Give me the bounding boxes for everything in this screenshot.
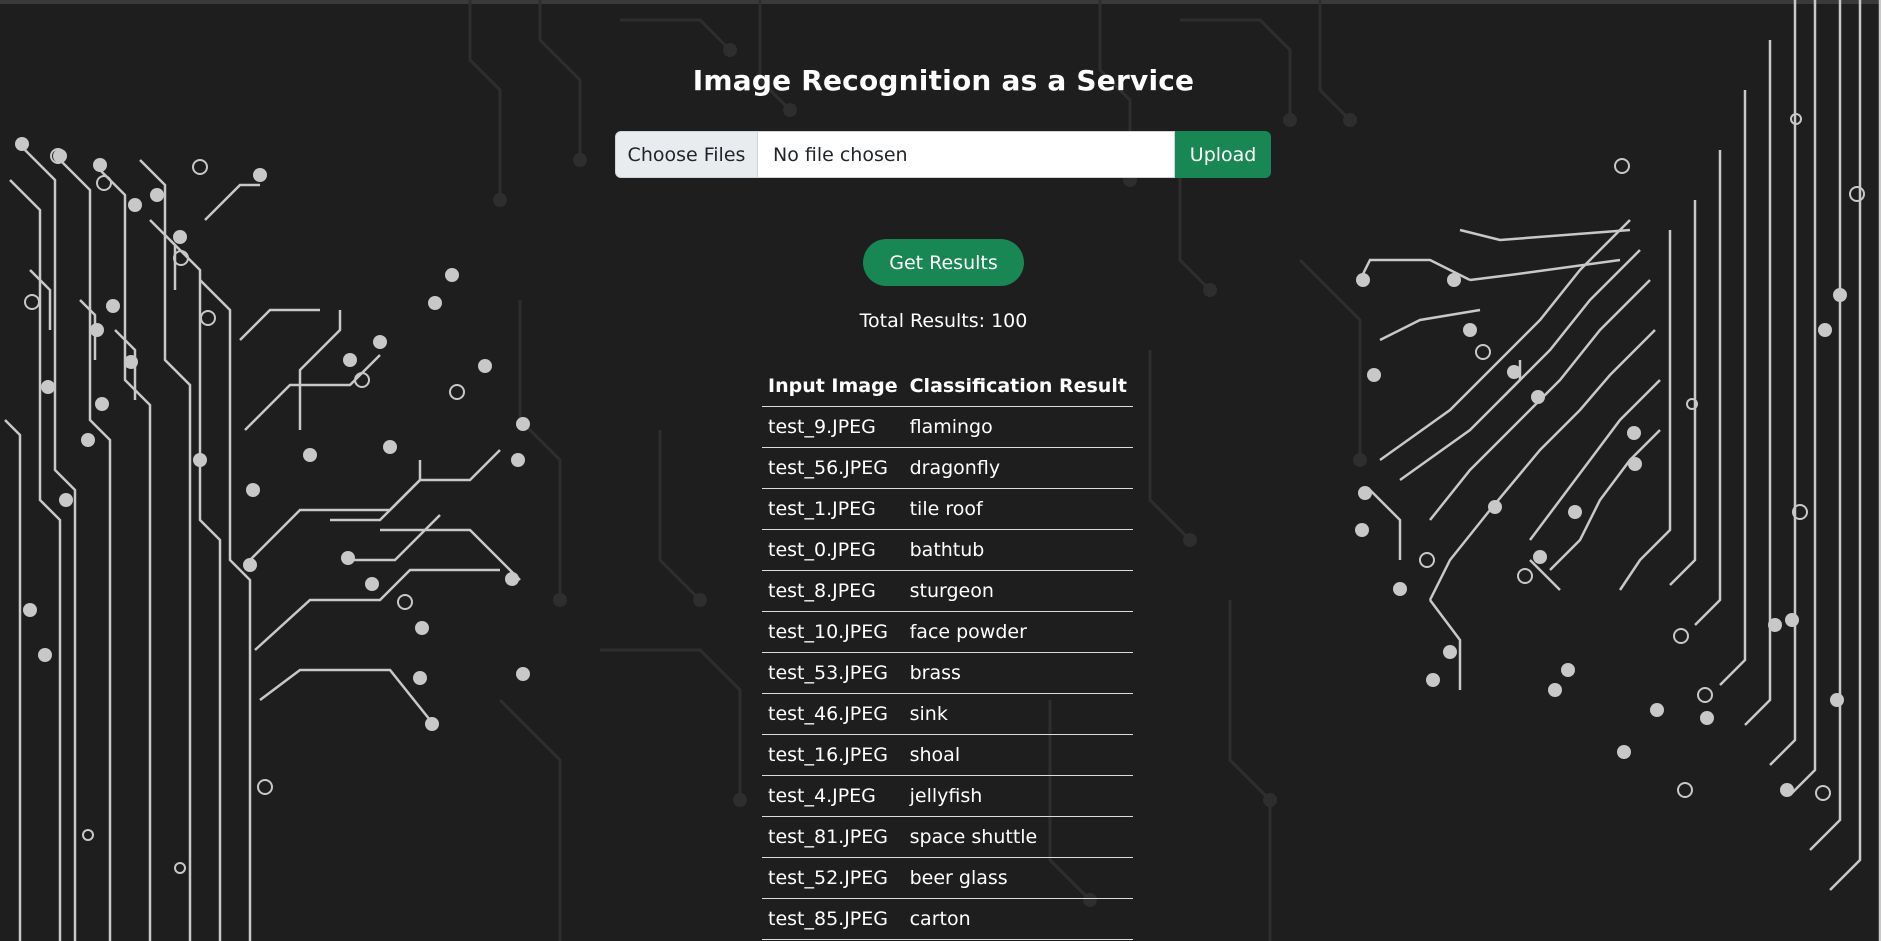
table-row: test_46.JPEG sink [762,693,1133,735]
cell-input-image: test_4.JPEG [762,775,904,817]
cell-classification: dragonfly [903,447,1133,489]
table-row: test_9.JPEG flamingo [762,406,1133,448]
cell-input-image: test_10.JPEG [762,611,904,653]
header-input-image: Input Image [762,366,904,407]
cell-classification: tile roof [903,488,1133,530]
cell-classification: face powder [903,611,1133,653]
table-row: test_53.JPEG brass [762,652,1133,694]
cell-input-image: test_16.JPEG [762,734,904,776]
table-row: test_0.JPEG bathtub [762,529,1133,571]
cell-classification: sink [903,693,1133,735]
table-row: test_16.JPEG shoal [762,734,1133,776]
cell-classification: carton [903,898,1133,940]
cell-classification: beer glass [903,857,1133,899]
table-row: test_81.JPEG space shuttle [762,816,1133,858]
upload-form: Choose Files No file chosen Upload [615,131,1271,178]
choose-files-button[interactable]: Choose Files [616,132,758,177]
table-row: test_10.JPEG face powder [762,611,1133,653]
table-row: test_85.JPEG carton [762,898,1133,940]
cell-input-image: test_9.JPEG [762,406,904,448]
cell-classification: flamingo [903,406,1133,448]
results-table: Input Image Classification Result test_9… [762,366,1133,940]
table-row: test_56.JPEG dragonfly [762,447,1133,489]
total-results-text: Total Results: 100 [859,310,1028,332]
cell-input-image: test_0.JPEG [762,529,904,571]
cell-classification: shoal [903,734,1133,776]
cell-input-image: test_81.JPEG [762,816,904,858]
header-classification-result: Classification Result [903,366,1133,407]
cell-input-image: test_53.JPEG [762,652,904,694]
cell-input-image: test_52.JPEG [762,857,904,899]
table-row: test_52.JPEG beer glass [762,857,1133,899]
cell-classification: brass [903,652,1133,694]
file-input[interactable]: Choose Files No file chosen [615,131,1176,178]
table-row: test_1.JPEG tile roof [762,488,1133,530]
page: Image Recognition as a Service Choose Fi… [0,0,1881,941]
cell-classification: jellyfish [903,775,1133,817]
cell-input-image: test_8.JPEG [762,570,904,612]
table-row: test_8.JPEG sturgeon [762,570,1133,612]
cell-input-image: test_46.JPEG [762,693,904,735]
page-title: Image Recognition as a Service [692,64,1195,97]
table-header-row: Input Image Classification Result [762,366,1133,407]
upload-button[interactable]: Upload [1175,131,1271,178]
get-results-button[interactable]: Get Results [863,239,1024,286]
cell-input-image: test_85.JPEG [762,898,904,940]
cell-classification: sturgeon [903,570,1133,612]
cell-input-image: test_1.JPEG [762,488,904,530]
table-row: test_4.JPEG jellyfish [762,775,1133,817]
cell-classification: space shuttle [903,816,1133,858]
cell-classification: bathtub [903,529,1133,571]
file-status-text: No file chosen [773,143,908,166]
cell-input-image: test_56.JPEG [762,447,904,489]
